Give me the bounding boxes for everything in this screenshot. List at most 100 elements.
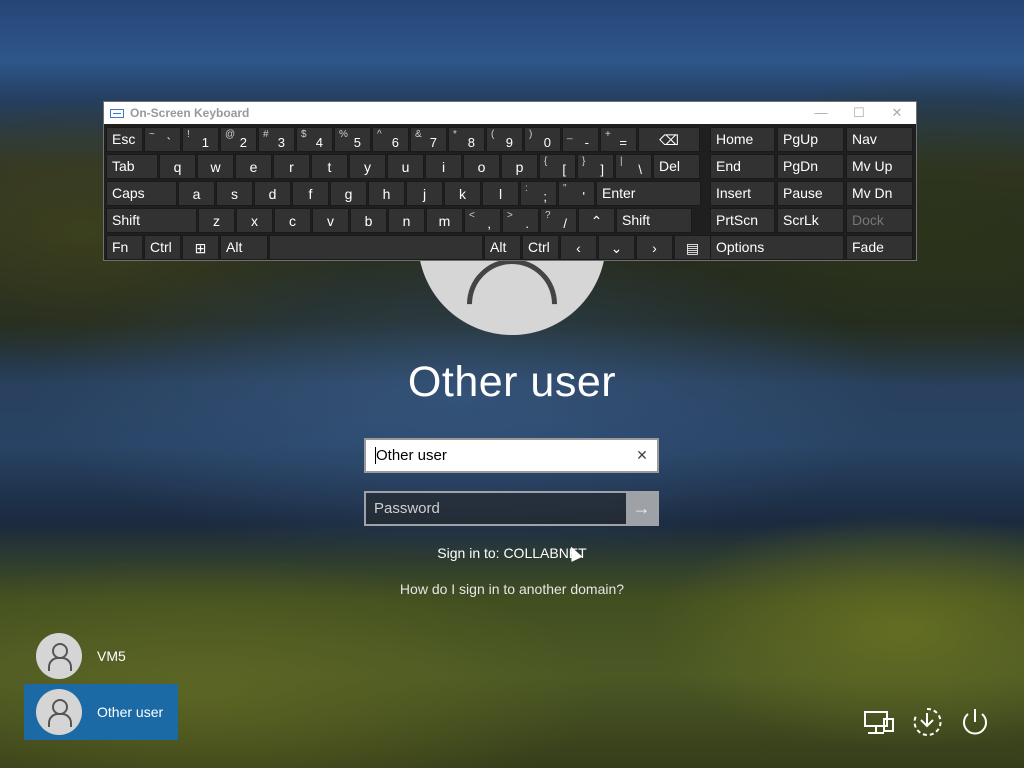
osk-key[interactable]: + = (600, 127, 637, 152)
user-tile-other-user[interactable]: Other user (24, 684, 178, 740)
osk-key[interactable]: <, (464, 208, 501, 233)
osk-key[interactable]: _ - (562, 127, 599, 152)
osk-key[interactable]: ⌄ (598, 235, 635, 260)
password-input[interactable]: Password (366, 500, 626, 517)
username-input[interactable]: Other user (375, 447, 627, 464)
osk-nav-key[interactable]: Pause (777, 181, 844, 206)
osk-key[interactable]: Alt (484, 235, 521, 260)
close-button[interactable]: ✕ (878, 102, 916, 124)
osk-key[interactable]: Shift (106, 208, 197, 233)
osk-key[interactable]: h (368, 181, 405, 206)
osk-key[interactable]: Ctrl (522, 235, 559, 260)
osk-key[interactable]: v (312, 208, 349, 233)
user-tile-vm5[interactable]: VM5 (24, 628, 178, 684)
osk-key[interactable]: Del (653, 154, 700, 179)
osk-nav-key[interactable]: End (710, 154, 775, 179)
osk-key[interactable]: z (198, 208, 235, 233)
osk-key[interactable]: ) 0 (524, 127, 561, 152)
osk-key[interactable]: t (311, 154, 348, 179)
osk-nav-key[interactable]: Fade (846, 235, 913, 260)
osk-nav-key[interactable]: Home (710, 127, 775, 152)
osk-key[interactable]: j (406, 181, 443, 206)
osk-key[interactable]: Enter (596, 181, 701, 206)
submit-arrow-button[interactable]: → (626, 493, 657, 524)
osk-nav-key[interactable]: Insert (710, 181, 775, 206)
osk-nav-key[interactable]: Mv Up (846, 154, 913, 179)
osk-key[interactable]: e (235, 154, 272, 179)
osk-key[interactable]: Ctrl (144, 235, 181, 260)
osk-key[interactable]: @2 (220, 127, 257, 152)
osk-key[interactable]: w (197, 154, 234, 179)
osk-key[interactable]: k (444, 181, 481, 206)
osk-key[interactable]: }] (577, 154, 614, 179)
network-icon[interactable] (862, 705, 896, 739)
accessibility-icon[interactable] (910, 705, 944, 739)
osk-nav-key[interactable]: Options (710, 235, 844, 260)
username-field[interactable]: Other user ✕ (364, 438, 659, 473)
osk-key[interactable]: d (254, 181, 291, 206)
osk-key[interactable]: m (426, 208, 463, 233)
osk-nav-key[interactable]: PgUp (777, 127, 844, 152)
osk-key[interactable]: #3 (258, 127, 295, 152)
osk-nav-key[interactable]: ScrLk (777, 208, 844, 233)
osk-key[interactable]: & 7 (410, 127, 447, 152)
maximize-button[interactable]: ☐ (840, 102, 878, 124)
osk-key[interactable]: Esc (106, 127, 143, 152)
osk-key[interactable]: q (159, 154, 196, 179)
power-icon[interactable] (958, 705, 992, 739)
osk-key[interactable]: b (350, 208, 387, 233)
osk-key[interactable]: Shift (616, 208, 692, 233)
osk-key[interactable]: u (387, 154, 424, 179)
osk-key[interactable]: | \ (615, 154, 652, 179)
osk-key[interactable]: " ' (558, 181, 595, 206)
osk-key[interactable]: i (425, 154, 462, 179)
osk-key[interactable]: ? / (540, 208, 577, 233)
osk-key[interactable]: y (349, 154, 386, 179)
osk-key[interactable]: :; (520, 181, 557, 206)
osk-key[interactable]: ⊞ (182, 235, 219, 260)
osk-key[interactable]: ⌃ (578, 208, 615, 233)
osk-key[interactable]: x (236, 208, 273, 233)
on-screen-keyboard[interactable]: On-Screen Keyboard — ☐ ✕ Esc ~ `! 1 @2 #3 $4% 5… (103, 101, 917, 261)
osk-titlebar[interactable]: On-Screen Keyboard — ☐ ✕ (104, 102, 916, 124)
osk-key[interactable]: % 5 (334, 127, 371, 152)
osk-key[interactable]: Caps (106, 181, 177, 206)
osk-key[interactable]: >. (502, 208, 539, 233)
osk-key-label: PrtScn (716, 212, 759, 228)
osk-key[interactable]: s (216, 181, 253, 206)
osk-key[interactable]: n (388, 208, 425, 233)
clear-icon[interactable]: ✕ (627, 447, 657, 464)
osk-key[interactable]: ‹ (560, 235, 597, 260)
user-display-name: Other user (407, 358, 617, 406)
osk-key[interactable]: g (330, 181, 367, 206)
osk-key[interactable]: r (273, 154, 310, 179)
osk-key[interactable]: ▤ (674, 235, 711, 260)
osk-nav-key[interactable]: Dock (846, 208, 913, 233)
osk-key[interactable]: * 8 (448, 127, 485, 152)
osk-key[interactable]: ~ ` (144, 127, 181, 152)
osk-key[interactable] (269, 235, 483, 260)
osk-nav-key[interactable]: Nav (846, 127, 913, 152)
osk-nav-key[interactable]: Mv Dn (846, 181, 913, 206)
password-field[interactable]: Password → (364, 491, 659, 526)
osk-key[interactable]: ! 1 (182, 127, 219, 152)
osk-key[interactable]: (9 (486, 127, 523, 152)
osk-key[interactable]: › (636, 235, 673, 260)
osk-nav-key[interactable]: PrtScn (710, 208, 775, 233)
osk-key[interactable]: c (274, 208, 311, 233)
osk-key[interactable]: o (463, 154, 500, 179)
osk-key[interactable]: ⌫ (638, 127, 700, 152)
other-domain-help-link[interactable]: How do I sign in to another domain? (0, 581, 1024, 597)
osk-key[interactable]: p (501, 154, 538, 179)
osk-key[interactable]: {[ (539, 154, 576, 179)
minimize-button[interactable]: — (802, 102, 840, 124)
osk-key[interactable]: Fn (106, 235, 143, 260)
osk-key[interactable]: $4 (296, 127, 333, 152)
osk-key[interactable]: Alt (220, 235, 268, 260)
osk-key[interactable]: Tab (106, 154, 158, 179)
osk-key[interactable]: f (292, 181, 329, 206)
osk-nav-key[interactable]: PgDn (777, 154, 844, 179)
osk-key[interactable]: l (482, 181, 519, 206)
osk-key[interactable]: ^ 6 (372, 127, 409, 152)
osk-key[interactable]: a (178, 181, 215, 206)
